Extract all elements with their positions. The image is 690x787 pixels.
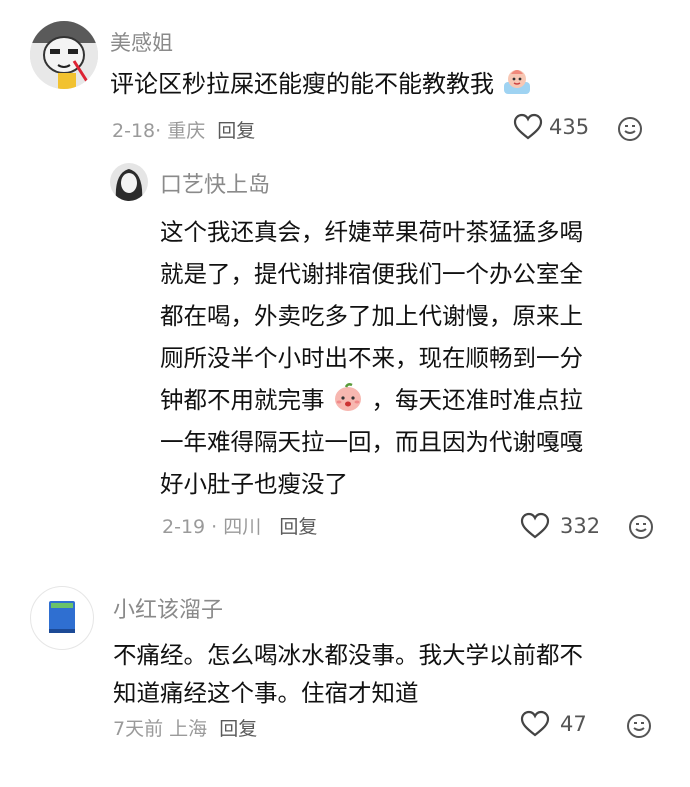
comment-location: 上海 (169, 718, 208, 740)
comment-line: 这个我还真会，纤婕苹果荷叶茶猛猛多喝 (160, 218, 583, 246)
comment-meta: 2-19 · 四川 回复 (162, 512, 317, 539)
like-button[interactable]: 332 (520, 512, 600, 540)
like-button[interactable]: 435 (513, 113, 589, 141)
username[interactable]: 小红该溜子 (113, 592, 223, 624)
comment-line: 钟都不用就完事 ，每天还准时准点拉 (160, 381, 583, 418)
comment-line-part: ，每天还准时准点拉 (371, 386, 583, 414)
comment-text: 评论区秒拉屎还能瘦的能不能教教我 (110, 64, 532, 102)
like-count: 435 (549, 115, 590, 139)
emoji-reaction-button[interactable] (626, 713, 652, 743)
book-icon (49, 601, 75, 633)
comment-date: 7天前 (113, 718, 164, 740)
meta-separator: · (155, 120, 168, 142)
smiley-face-icon (618, 117, 642, 141)
comment-date: 2-19 (162, 516, 206, 538)
comment-text-body: 评论区秒拉屎还能瘦的能不能教教我 (110, 70, 494, 98)
comment-location: 重庆 (167, 120, 206, 142)
avatar[interactable] (30, 21, 98, 89)
reply-button[interactable]: 回复 (279, 516, 317, 538)
reply-button[interactable]: 回复 (219, 718, 257, 740)
comment-line: 一年难得隔天拉一回，而且因为代谢嘎嘎 (160, 428, 583, 456)
comment-line: 就是了，提代谢排宿便我们一个办公室全 (160, 260, 583, 288)
comment-line: 都在喝，外卖吃多了加上代谢慢，原来上 (160, 302, 583, 330)
comment-line: 好小肚子也瘦没了 (160, 470, 348, 498)
avatar-image (30, 21, 98, 89)
like-count: 47 (560, 712, 587, 736)
smiley-face-icon (627, 714, 651, 738)
emoji-reaction-button[interactable] (628, 514, 654, 544)
heart-outline-icon (520, 512, 550, 539)
meta-separator: · (205, 516, 224, 538)
avatar-image (110, 163, 148, 201)
comment-meta: 7天前 上海 回复 (113, 714, 257, 741)
comment-location: 四川 (223, 516, 262, 538)
comment-meta: 2-18· 重庆 回复 (112, 116, 255, 143)
like-count: 332 (560, 514, 601, 538)
emoji-reaction-button[interactable] (617, 116, 643, 146)
comment-line: 不痛经。怎么喝冰水都没事。我大学以前都不 (113, 641, 583, 669)
username[interactable]: 美感姐 (110, 27, 173, 57)
heart-outline-icon (520, 710, 550, 737)
username[interactable]: 口艺快上岛 (160, 167, 270, 199)
comment-line: 厕所没半个小时出不来，现在顺畅到一分 (160, 344, 583, 372)
comment-date: 2-18 (112, 120, 156, 142)
crying-bathing-emoji-icon (502, 66, 532, 102)
shy-peach-emoji-icon (332, 382, 364, 418)
avatar[interactable] (110, 163, 148, 201)
avatar[interactable] (30, 586, 94, 650)
comment-line: 知道痛经这个事。住宿才知道 (113, 679, 419, 707)
heart-outline-icon (513, 113, 543, 140)
comment-line-part: 钟都不用就完事 (160, 386, 325, 414)
smiley-face-icon (629, 515, 653, 539)
reply-button[interactable]: 回复 (217, 120, 255, 142)
like-button[interactable]: 47 (520, 710, 587, 738)
